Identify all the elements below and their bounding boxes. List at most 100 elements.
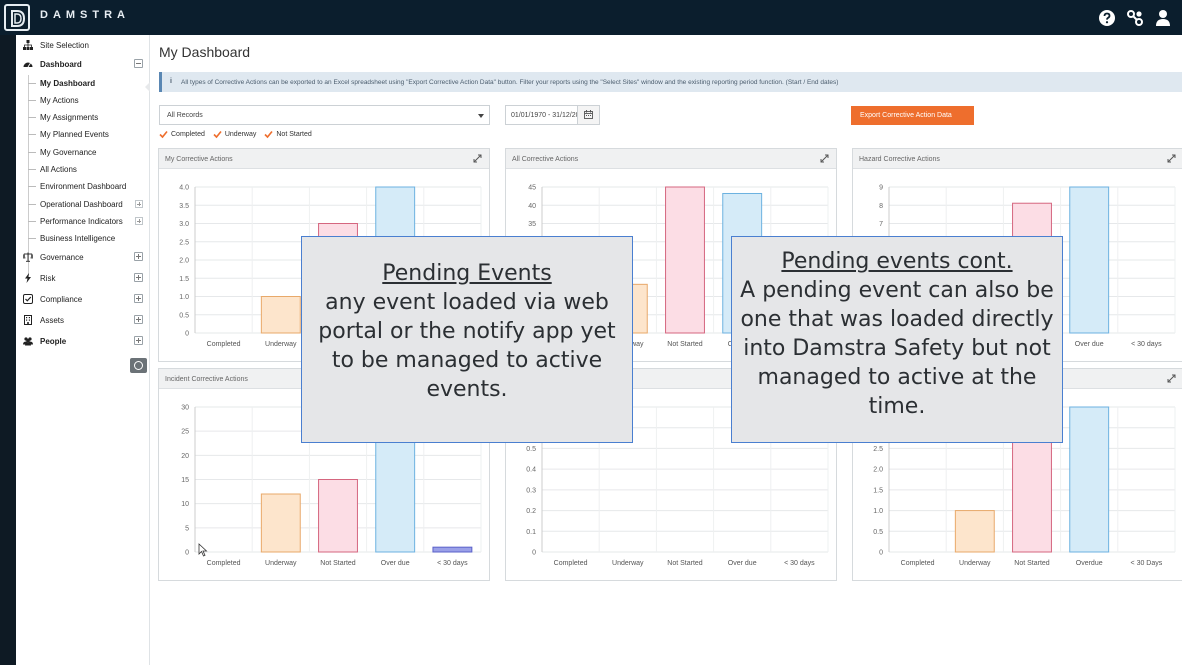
sidebar-item-dashboard[interactable]: Dashboard — [16, 56, 149, 73]
sidebar-item-site-selection[interactable]: Site Selection — [16, 37, 149, 54]
expand-icon[interactable] — [134, 336, 143, 345]
damstra-logo[interactable] — [4, 4, 30, 31]
sidebar-item-label: My Dashboard — [40, 79, 96, 88]
user-icon[interactable] — [1154, 9, 1172, 27]
sidebar-item-my-governance[interactable]: My Governance — [16, 144, 149, 161]
bar-overdue[interactable] — [1069, 406, 1110, 553]
sidebar-item-my-dashboard[interactable]: My Dashboard — [16, 75, 149, 92]
x-tick-label: Completed — [901, 560, 935, 567]
building-icon — [24, 315, 32, 325]
sidebar-item-compliance[interactable]: Compliance — [16, 291, 149, 308]
y-tick-label: 40 — [528, 203, 536, 210]
check-underway[interactable]: Underway — [213, 130, 257, 139]
bar-underway[interactable] — [260, 296, 301, 334]
date-range-input[interactable]: 01/01/1970 - 31/12/2037 — [505, 105, 600, 125]
x-tick-label: Underway — [959, 560, 991, 567]
check-completed[interactable]: Completed — [159, 130, 205, 139]
y-tick-label: 2.0 — [873, 467, 883, 474]
y-tick-label: 10 — [181, 501, 189, 508]
y-tick-label: 25 — [181, 429, 189, 436]
bar-over-due[interactable] — [1069, 186, 1110, 334]
sidebar-item-my-assignments[interactable]: My Assignments — [16, 109, 149, 126]
x-tick-label: < 30 days — [437, 560, 468, 567]
link-icon[interactable] — [1126, 9, 1144, 27]
scales-icon — [23, 252, 33, 262]
x-tick-label: < 30 days — [784, 560, 815, 567]
sidebar-item-operational-dashboard[interactable]: Operational Dashboard — [16, 196, 149, 213]
calendar-button[interactable] — [577, 106, 599, 124]
x-tick-label: < 30 days — [1131, 341, 1162, 348]
expand-icon[interactable] — [134, 294, 143, 303]
x-tick-label: Underway — [265, 560, 297, 567]
sidebar-item-performance-indicators[interactable]: Performance Indicators — [16, 213, 149, 230]
y-tick-label: 5 — [185, 525, 189, 532]
sidebar-item-people[interactable]: People — [16, 333, 149, 350]
bar-underway[interactable] — [954, 510, 995, 553]
page-title: My Dashboard — [159, 44, 251, 60]
annotation-pending-events-cont: Pending events cont. A pending event can… — [731, 236, 1063, 443]
x-tick-label: Completed — [207, 560, 241, 567]
sidebar-item-business-intelligence[interactable]: Business Intelligence — [16, 230, 149, 247]
check-not-started[interactable]: Not Started — [264, 130, 312, 139]
sidebar-item-environment-dashboard[interactable]: Environment Dashboard — [16, 178, 149, 195]
bar--30-days[interactable] — [432, 546, 473, 553]
collapse-icon[interactable] — [134, 59, 143, 68]
expand-icon[interactable] — [134, 315, 143, 324]
panel-title: Hazard Corrective Actions — [859, 156, 940, 163]
x-tick-label: Not Started — [667, 560, 703, 567]
sidebar-item-label: Business Intelligence — [40, 234, 116, 243]
expand-arrows-icon[interactable] — [1167, 374, 1176, 383]
expand-icon[interactable] — [135, 217, 143, 225]
check-label: Underway — [224, 131, 257, 138]
sidebar-item-label: Governance — [40, 253, 84, 262]
top-bar: DAMSTRA — [0, 0, 1182, 35]
sidebar-item-label: My Actions — [40, 96, 79, 105]
caret-down-icon — [478, 114, 484, 118]
expand-arrows-icon[interactable] — [473, 154, 482, 163]
help-icon[interactable] — [1098, 9, 1116, 27]
bar-not-started[interactable] — [318, 479, 358, 553]
app-window: DAMSTRA Site Selection Dashboard My Dash… — [0, 0, 1182, 665]
expand-arrows-icon[interactable] — [820, 154, 829, 163]
y-tick-label: 0 — [879, 550, 883, 557]
expand-icon[interactable] — [135, 200, 143, 208]
check-icon — [264, 130, 273, 139]
y-tick-label: 8 — [879, 203, 883, 210]
x-tick-label: Not Started — [667, 341, 703, 348]
y-tick-label: 20 — [181, 453, 189, 460]
sidebar-item-governance[interactable]: Governance — [16, 249, 149, 266]
y-tick-label: 3.0 — [179, 221, 189, 228]
mouse-cursor-icon — [198, 543, 208, 557]
calendar-icon — [584, 110, 593, 119]
sidebar-item-assets[interactable]: Assets — [16, 312, 149, 329]
sidebar-collapse-button[interactable] — [130, 358, 147, 373]
x-tick-label: Over due — [381, 560, 410, 567]
y-tick-label: 0.2 — [526, 508, 536, 515]
sidebar-item-risk[interactable]: Risk — [16, 270, 149, 287]
sidebar-item-label: Performance Indicators — [40, 217, 123, 226]
expand-icon[interactable] — [134, 252, 143, 261]
x-tick-label: Over due — [1075, 341, 1104, 348]
bar-underway[interactable] — [260, 493, 301, 553]
y-tick-label: 9 — [879, 185, 883, 192]
y-tick-label: 3.5 — [179, 203, 189, 210]
sidebar-item-all-actions[interactable]: All Actions — [16, 161, 149, 178]
bar-not-started[interactable] — [665, 186, 705, 334]
sitemap-icon — [23, 40, 33, 50]
sidebar-item-my-actions[interactable]: My Actions — [16, 92, 149, 109]
y-tick-label: 1.5 — [873, 487, 883, 494]
window-frame-edge — [0, 35, 16, 665]
sidebar-item-label: Risk — [40, 274, 56, 283]
expand-arrows-icon[interactable] — [1167, 154, 1176, 163]
y-tick-label: 0.5 — [526, 446, 536, 453]
sidebar-item-label: Assets — [40, 316, 65, 325]
x-tick-label: Not Started — [1014, 560, 1050, 567]
y-tick-label: 0.5 — [873, 529, 883, 536]
export-corrective-action-button[interactable]: Export Corrective Action Data — [851, 106, 974, 125]
expand-icon[interactable] — [134, 273, 143, 282]
sidebar-item-label: Environment Dashboard — [40, 182, 127, 191]
y-tick-label: 0 — [185, 331, 189, 338]
lightning-icon — [25, 273, 31, 283]
records-filter-select[interactable]: All Records — [159, 105, 490, 125]
sidebar-item-my-planned-events[interactable]: My Planned Events — [16, 126, 149, 143]
